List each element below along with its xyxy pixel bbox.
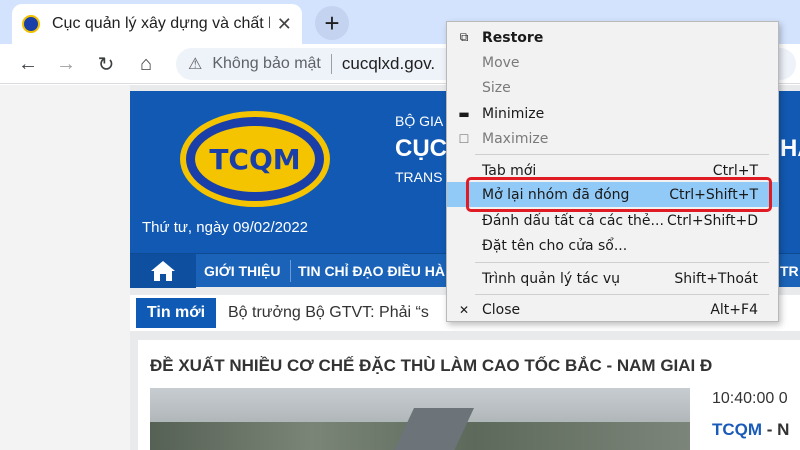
menu-label: Mở lại nhóm đã đóng xyxy=(482,186,630,203)
ministry-name: BỘ GIA xyxy=(395,113,444,129)
menu-new-tab[interactable]: Tab mới Ctrl+T xyxy=(447,158,778,183)
menu-shortcut: Shift+Thoát xyxy=(674,270,758,287)
nav-intro[interactable]: GIỚI THIỆU xyxy=(204,254,281,288)
menu-label: Tab mới xyxy=(482,162,537,179)
article-source: TCQM - N xyxy=(712,420,789,440)
menu-task-manager[interactable]: Trình quản lý tác vụ Shift+Thoát xyxy=(447,266,778,291)
nav-news[interactable]: TIN CHỈ ĐẠO ĐIỀU HÀ xyxy=(298,254,445,288)
menu-label: Đặt tên cho cửa sổ... xyxy=(482,237,628,254)
omnibox-divider xyxy=(330,54,332,74)
menu-reopen-closed-group[interactable]: Mở lại nhóm đã đóng Ctrl+Shift+T xyxy=(447,182,778,207)
menu-label: Đánh dấu tất cả các thẻ... xyxy=(482,212,664,229)
menu-size[interactable]: Size xyxy=(447,75,778,100)
home-button[interactable]: ⌂ xyxy=(132,50,160,78)
menu-minimize[interactable]: ▬ Minimize xyxy=(447,101,778,126)
article-source-name: TCQM xyxy=(712,420,763,439)
restore-icon: ⧉ xyxy=(459,30,469,44)
window-context-menu: ⧉ Restore Move Size ▬ Minimize ☐ Maximiz… xyxy=(446,21,779,322)
tab-close-icon[interactable]: ✕ xyxy=(276,14,292,35)
page-margin xyxy=(0,85,130,450)
menu-separator xyxy=(475,294,769,295)
featured-article: ĐỀ XUẤT NHIỀU CƠ CHẾ ĐẶC THÙ LÀM CAO TỐC… xyxy=(138,340,800,450)
menu-close[interactable]: ✕ Close Alt+F4 xyxy=(447,297,778,322)
article-time: 10:40:00 0 xyxy=(712,390,788,407)
menu-restore[interactable]: ⧉ Restore xyxy=(447,25,778,50)
security-status[interactable]: Không bảo mật xyxy=(212,55,321,73)
menu-maximize[interactable]: ☐ Maximize xyxy=(447,126,778,151)
logo-text: TCQM xyxy=(195,126,315,192)
menu-move[interactable]: Move xyxy=(447,50,778,75)
article-image[interactable] xyxy=(150,388,690,450)
menu-separator xyxy=(475,154,769,155)
banner-title-fragment: HẤ xyxy=(780,135,800,162)
reload-button[interactable]: ↻ xyxy=(92,50,120,78)
menu-label: Move xyxy=(482,54,520,71)
home-icon xyxy=(151,261,175,281)
url-text[interactable]: cucqlxd.gov. xyxy=(342,54,435,74)
menu-shortcut: Alt+F4 xyxy=(710,301,758,318)
menu-shortcut: Ctrl+Shift+T xyxy=(669,186,758,203)
warning-icon[interactable]: ⚠ xyxy=(188,54,202,74)
menu-bookmark-all-tabs[interactable]: Đánh dấu tất cả các thẻ... Ctrl+Shift+D xyxy=(447,208,778,233)
browser-tab[interactable]: Cục quản lý xây dựng và chất lượ ✕ xyxy=(12,4,302,44)
menu-label: Restore xyxy=(482,29,544,46)
ticker-headline[interactable]: Bộ trưởng Bộ GTVT: Phải “s xyxy=(228,304,429,322)
menu-label: Minimize xyxy=(482,105,545,122)
back-button[interactable]: ← xyxy=(14,50,42,78)
close-icon: ✕ xyxy=(458,302,470,317)
nav-more[interactable]: TR xyxy=(780,254,799,288)
article-source-suffix: - N xyxy=(766,420,790,439)
menu-label: Maximize xyxy=(482,130,549,147)
department-name: CỤC xyxy=(395,135,447,162)
maximize-icon: ☐ xyxy=(458,131,470,146)
forward-button[interactable]: → xyxy=(52,50,80,78)
menu-separator xyxy=(475,262,769,263)
menu-label: Close xyxy=(482,301,521,318)
tab-title: Cục quản lý xây dựng và chất lượ xyxy=(52,15,271,32)
tcqm-logo[interactable]: TCQM xyxy=(180,111,330,207)
site-favicon-icon xyxy=(22,15,40,33)
current-date: Thứ tư, ngày 09/02/2022 xyxy=(142,219,309,236)
menu-label: Size xyxy=(482,79,511,96)
menu-label: Trình quản lý tác vụ xyxy=(482,270,620,287)
nav-divider xyxy=(290,260,291,282)
article-title[interactable]: ĐỀ XUẤT NHIỀU CƠ CHẾ ĐẶC THÙ LÀM CAO TỐC… xyxy=(150,356,712,376)
department-name-english: TRANS xyxy=(395,169,443,185)
new-tab-button[interactable]: + xyxy=(315,6,349,40)
minimize-icon: ▬ xyxy=(458,106,470,121)
nav-home-button[interactable] xyxy=(130,254,196,288)
menu-name-window[interactable]: Đặt tên cho cửa sổ... xyxy=(447,233,778,258)
menu-shortcut: Ctrl+Shift+D xyxy=(667,212,758,229)
menu-shortcut: Ctrl+T xyxy=(712,162,758,179)
ticker-label: Tin mới xyxy=(136,298,216,328)
